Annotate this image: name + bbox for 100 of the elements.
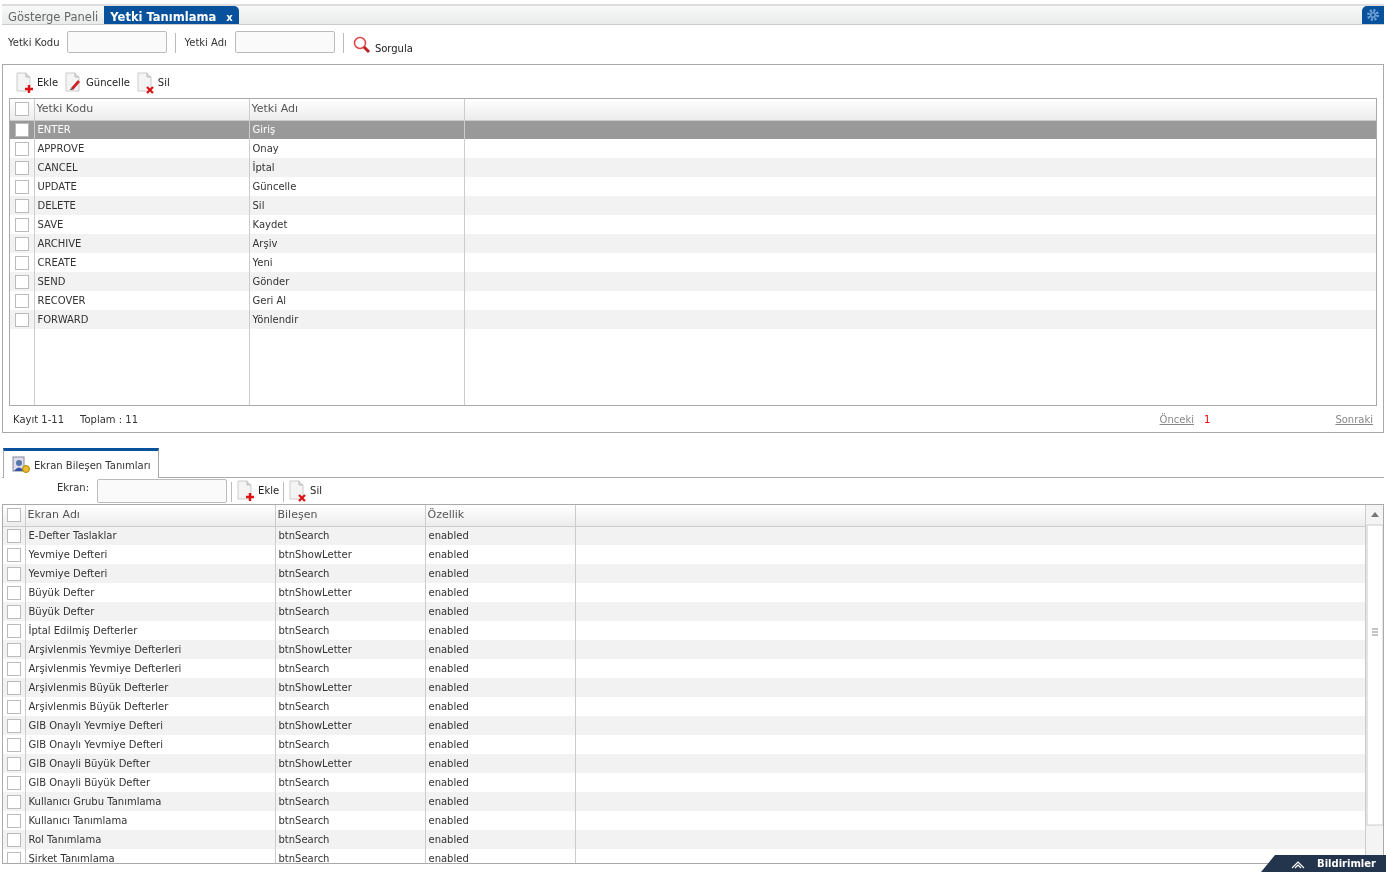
page-number[interactable]: 1 (1204, 412, 1211, 427)
checkbox[interactable] (14, 236, 29, 251)
checkbox[interactable] (6, 566, 21, 581)
checkbox[interactable] (6, 851, 21, 863)
table-cell: btnSearch (275, 564, 425, 583)
table-cell: btnSearch (275, 849, 425, 863)
table-cell: Yevmiye Defteri (25, 564, 275, 583)
table-cell: btnSearch (275, 792, 425, 811)
table-cell: İptal (249, 158, 464, 177)
checkbox[interactable] (14, 141, 29, 156)
settings-button[interactable] (1362, 6, 1384, 24)
field-label: Yetki Adı (184, 36, 227, 50)
table-cell: btnSearch (275, 830, 425, 849)
table-cell: enabled (425, 830, 575, 849)
checkbox[interactable] (6, 604, 21, 619)
column-header[interactable]: Ekran Adı (25, 505, 275, 526)
notifications-button[interactable]: Bildirimler (1261, 855, 1386, 872)
checkbox[interactable] (14, 122, 29, 137)
checkbox[interactable] (14, 255, 29, 270)
table-cell: SEND (34, 272, 249, 291)
table-cell: Rol Tanımlama (25, 830, 275, 849)
table-cell: Büyük Defter (25, 602, 275, 621)
checkbox[interactable] (6, 508, 21, 523)
toolbar-button[interactable]: Sil (135, 72, 170, 94)
column-header[interactable]: Özellik (425, 505, 575, 526)
table-cell: enabled (425, 640, 575, 659)
field-label: Ekran: (57, 480, 90, 495)
table-cell: btnShowLetter (275, 640, 425, 659)
checkbox[interactable] (14, 217, 29, 232)
text-field[interactable] (97, 479, 228, 503)
checkbox[interactable] (6, 813, 21, 828)
table-cell: Sil (249, 196, 464, 215)
table-cell: GIB Onaylı Yevmiye Defteri (25, 716, 275, 735)
checkbox[interactable] (6, 680, 21, 695)
table-cell: btnSearch (275, 602, 425, 621)
toolbar-button[interactable]: Güncelle (64, 72, 130, 94)
text-field[interactable] (67, 31, 168, 53)
record-range: Kayıt 1-11 (13, 413, 64, 427)
users-gear-icon (11, 456, 31, 474)
settings-icon (1366, 8, 1380, 22)
delete-document-icon (288, 480, 309, 502)
table-cell: enabled (425, 564, 575, 583)
checkbox[interactable] (14, 293, 29, 308)
table-cell: ARCHIVE (34, 234, 249, 253)
previous-link[interactable]: Önceki (1159, 412, 1194, 427)
checkbox[interactable] (14, 198, 29, 213)
checkbox[interactable] (6, 794, 21, 809)
column-header[interactable]: Yetki Adı (249, 99, 464, 120)
table-cell: btnShowLetter (275, 678, 425, 697)
toolbar-button[interactable]: Ekle (236, 480, 280, 502)
search-icon (351, 34, 372, 55)
checkbox[interactable] (6, 528, 21, 543)
table-cell: Gönder (249, 272, 464, 291)
next-link[interactable]: Sonraki (1335, 412, 1373, 427)
table-cell: Arşiv (249, 234, 464, 253)
section-tab[interactable]: Ekran Bileşen Tanımları (3, 448, 159, 478)
record-total: Toplam : 11 (80, 413, 138, 427)
toolbar-button[interactable]: Sil (288, 480, 322, 502)
table-cell: Kullanıcı Grubu Tanımlama (25, 792, 275, 811)
text-field[interactable] (234, 31, 335, 53)
search-button[interactable]: Sorgula (351, 33, 413, 56)
checkbox[interactable] (6, 585, 21, 600)
tab[interactable]: Gösterge Paneli (2, 6, 105, 24)
table-cell: Yönlendir (249, 310, 464, 329)
checkbox[interactable] (6, 623, 21, 638)
checkbox[interactable] (6, 832, 21, 847)
checkbox[interactable] (6, 642, 21, 657)
table-cell: enabled (425, 792, 575, 811)
checkbox[interactable] (6, 756, 21, 771)
checkbox[interactable] (6, 699, 21, 714)
close-tab-button[interactable]: x (226, 12, 233, 23)
table-cell: Arşivlenmis Büyük Defterler (25, 678, 275, 697)
add-document-icon (15, 72, 35, 94)
table-cell: CANCEL (34, 158, 249, 177)
table-cell: GIB Onayli Büyük Defter (25, 754, 275, 773)
checkbox[interactable] (14, 179, 29, 194)
toolbar-button[interactable]: Ekle (15, 72, 59, 94)
checkbox[interactable] (14, 102, 29, 117)
table-cell: enabled (425, 849, 575, 863)
tab[interactable]: Yetki Tanımlama x (104, 6, 239, 24)
table-cell: Arşivlenmis Yevmiye Defterleri (25, 640, 275, 659)
checkbox[interactable] (6, 775, 21, 790)
table-cell: DELETE (34, 196, 249, 215)
table-cell: enabled (425, 678, 575, 697)
column-header[interactable]: Bileşen (275, 505, 425, 526)
checkbox[interactable] (14, 160, 29, 175)
checkbox[interactable] (14, 274, 29, 289)
checkbox[interactable] (6, 547, 21, 562)
checkbox[interactable] (6, 718, 21, 733)
table-cell: FORWARD (34, 310, 249, 329)
delete-document-icon (135, 72, 156, 94)
table-cell: enabled (425, 754, 575, 773)
table-cell: enabled (425, 602, 575, 621)
checkbox[interactable] (14, 312, 29, 327)
column-header[interactable]: Yetki Kodu (34, 99, 249, 120)
field-label: Yetki Kodu (8, 36, 60, 50)
table-cell: enabled (425, 716, 575, 735)
checkbox[interactable] (6, 661, 21, 676)
table-cell: btnShowLetter (275, 754, 425, 773)
checkbox[interactable] (6, 737, 21, 752)
